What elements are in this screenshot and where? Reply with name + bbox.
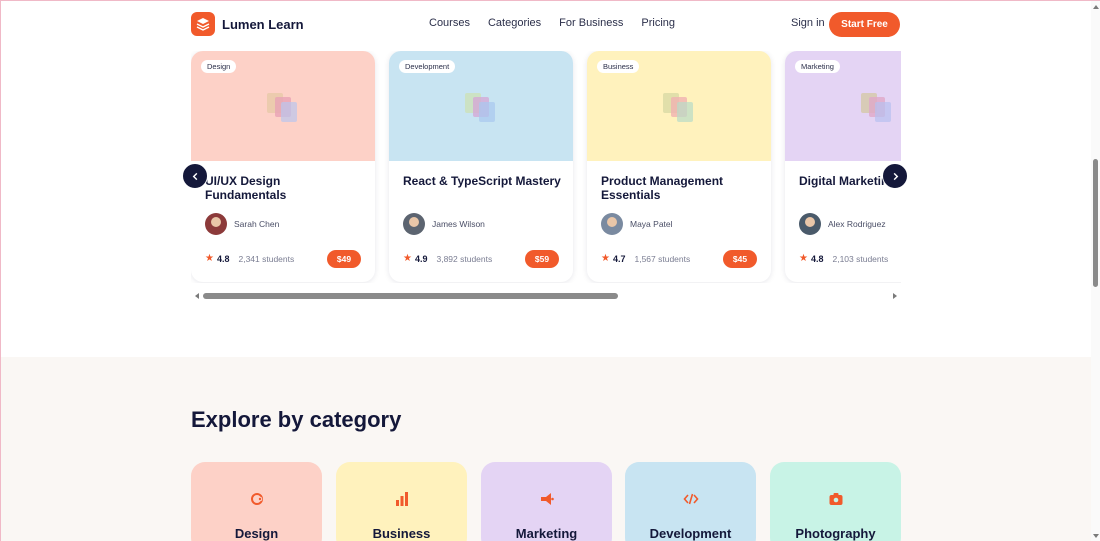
- scroll-left-arrow-icon[interactable]: [195, 293, 199, 299]
- chevron-left-icon: [192, 172, 197, 180]
- course-meta: ★ 4.7 1,567 students: [601, 253, 690, 264]
- course-card[interactable]: Development React & TypeScript Mastery J…: [389, 51, 573, 282]
- page-scrollbar[interactable]: [1091, 1, 1100, 541]
- nav-for-business[interactable]: For Business: [559, 17, 623, 29]
- price-badge[interactable]: $49: [327, 250, 361, 268]
- course-meta: ★ 4.9 3,892 students: [403, 253, 492, 264]
- carousel-next-button[interactable]: [882, 163, 908, 189]
- category-label: Design: [234, 526, 279, 541]
- author-name: James Wilson: [432, 219, 485, 229]
- nav-categories[interactable]: Categories: [488, 17, 541, 29]
- rating-value: 4.7: [612, 253, 626, 264]
- star-icon: ★: [403, 253, 412, 264]
- course-meta: ★ 4.8 2,103 students: [799, 253, 888, 264]
- brand-logo[interactable]: Lumen Learn: [191, 12, 304, 36]
- category-label: Photography: [795, 526, 876, 541]
- nav-courses[interactable]: Courses: [429, 17, 470, 29]
- course-thumbnail: Business: [587, 51, 771, 161]
- student-count: 1,567 students: [634, 253, 691, 264]
- course-card[interactable]: Business Product Management Essentials M…: [587, 51, 771, 282]
- course-title[interactable]: UI/UX Design Fundamentals: [205, 174, 365, 202]
- category-tag: Business: [597, 60, 640, 73]
- star-icon: ★: [799, 253, 808, 264]
- layers-icon: [191, 12, 215, 36]
- author-name: Alex Rodriguez: [828, 219, 886, 229]
- category-section: Explore by category Design Business Mark…: [1, 357, 1091, 541]
- student-count: 2,341 students: [238, 253, 295, 264]
- code-icon: [682, 490, 700, 508]
- course-thumbnail: Design: [191, 51, 375, 161]
- course-author: Maya Patel: [601, 213, 673, 235]
- palette-icon: [248, 490, 266, 508]
- price-badge[interactable]: $45: [723, 250, 757, 268]
- course-image-icon: [861, 93, 895, 123]
- carousel-prev-button[interactable]: [182, 163, 208, 189]
- category-card-photography[interactable]: Photography: [770, 462, 901, 541]
- course-title[interactable]: Product Management Essentials: [601, 174, 761, 202]
- bar-chart-icon: [393, 490, 411, 508]
- category-tag: Development: [399, 60, 456, 73]
- nav-pricing[interactable]: Pricing: [641, 17, 675, 29]
- category-label: Business: [372, 526, 431, 541]
- author-name: Sarah Chen: [234, 219, 280, 229]
- top-navigation: Lumen Learn Courses Categories For Busin…: [1, 1, 1091, 47]
- course-author: Alex Rodriguez: [799, 213, 886, 235]
- course-thumbnail: Marketing: [785, 51, 901, 161]
- rating-value: 4.8: [810, 253, 824, 264]
- course-image-icon: [267, 93, 301, 123]
- course-meta: ★ 4.8 2,341 students: [205, 253, 294, 264]
- scrollbar-thumb[interactable]: [203, 293, 618, 299]
- course-title[interactable]: React & TypeScript Mastery: [403, 174, 563, 188]
- start-free-button[interactable]: Start Free: [829, 12, 900, 37]
- brand-name: Lumen Learn: [222, 16, 304, 32]
- course-image-icon: [465, 93, 499, 123]
- rating-value: 4.8: [216, 253, 230, 264]
- course-carousel: Design UI/UX Design Fundamentals Sarah C…: [191, 51, 901, 283]
- category-label: Marketing: [515, 526, 578, 541]
- megaphone-icon: [538, 490, 556, 508]
- category-card-design[interactable]: Design: [191, 462, 322, 541]
- scroll-down-arrow-icon[interactable]: [1093, 534, 1099, 538]
- section-heading: Explore by category: [191, 407, 402, 432]
- scroll-right-arrow-icon[interactable]: [893, 293, 897, 299]
- course-author: Sarah Chen: [205, 213, 279, 235]
- avatar: [403, 213, 425, 235]
- category-card-business[interactable]: Business: [336, 462, 467, 541]
- course-thumbnail: Development: [389, 51, 573, 161]
- category-card-marketing[interactable]: Marketing: [481, 462, 612, 541]
- student-count: 2,103 students: [832, 253, 889, 264]
- avatar: [601, 213, 623, 235]
- category-tag: Marketing: [795, 60, 840, 73]
- student-count: 3,892 students: [436, 253, 493, 264]
- avatar: [799, 213, 821, 235]
- avatar: [205, 213, 227, 235]
- author-name: Maya Patel: [630, 219, 673, 229]
- category-label: Development: [649, 526, 732, 541]
- course-card[interactable]: Marketing Digital Marketing Strategy Ale…: [785, 51, 901, 282]
- scrollbar-thumb[interactable]: [1093, 159, 1098, 287]
- chevron-right-icon: [893, 172, 898, 180]
- category-tag: Design: [201, 60, 237, 73]
- star-icon: ★: [601, 253, 610, 264]
- rating-value: 4.9: [414, 253, 428, 264]
- scroll-up-arrow-icon[interactable]: [1093, 5, 1099, 9]
- course-author: James Wilson: [403, 213, 485, 235]
- main-nav: Courses Categories For Business Pricing: [429, 17, 675, 29]
- course-image-icon: [663, 93, 697, 123]
- carousel-scrollbar[interactable]: [191, 291, 901, 301]
- category-card-development[interactable]: Development: [625, 462, 756, 541]
- price-badge[interactable]: $59: [525, 250, 559, 268]
- course-card[interactable]: Design UI/UX Design Fundamentals Sarah C…: [191, 51, 375, 282]
- camera-icon: [827, 490, 845, 508]
- sign-in-link[interactable]: Sign in: [791, 17, 825, 29]
- star-icon: ★: [205, 253, 214, 264]
